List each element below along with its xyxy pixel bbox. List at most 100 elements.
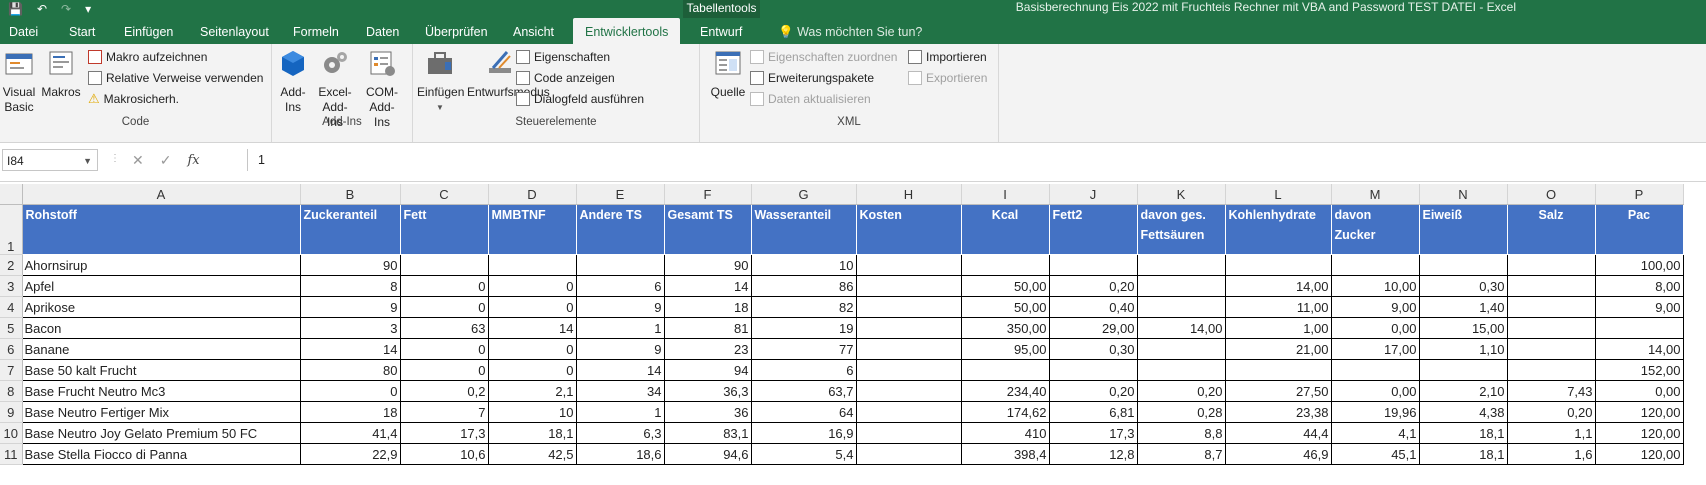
table-cell[interactable]: 12,8 [1048, 443, 1138, 465]
table-cell[interactable]: 7 [399, 401, 489, 423]
table-cell[interactable] [1506, 254, 1596, 276]
table-cell[interactable]: 17,3 [399, 422, 489, 444]
table-cell[interactable] [1136, 338, 1226, 360]
customize-icon[interactable]: ▾ [85, 2, 91, 16]
table-cell[interactable]: 36 [663, 401, 752, 423]
header-cell[interactable]: davon ges. Fettsäuren [1136, 204, 1226, 255]
table-cell[interactable]: 2,10 [1418, 380, 1508, 402]
code-anzeigen-button[interactable]: Code anzeigen [516, 68, 615, 88]
table-cell[interactable] [855, 401, 962, 423]
row-header[interactable]: 5 [0, 317, 23, 339]
table-cell[interactable]: 77 [750, 338, 857, 360]
table-cell[interactable]: 50,00 [960, 275, 1050, 297]
table-cell[interactable]: 10,00 [1330, 275, 1420, 297]
table-cell[interactable]: 6,3 [575, 422, 665, 444]
column-header[interactable]: A [22, 184, 301, 205]
column-header[interactable]: M [1331, 184, 1420, 205]
table-cell[interactable]: 7,43 [1506, 380, 1596, 402]
table-cell[interactable]: Base 50 kalt Frucht [21, 359, 301, 381]
visual-basic-button[interactable]: Visual Basic [2, 48, 36, 115]
table-cell[interactable]: 4,38 [1418, 401, 1508, 423]
table-cell[interactable]: 14 [575, 359, 665, 381]
table-cell[interactable]: 398,4 [960, 443, 1050, 465]
table-cell[interactable]: 10 [487, 401, 577, 423]
table-cell[interactable]: 0,40 [1048, 296, 1138, 318]
tab-formeln[interactable]: Formeln [293, 18, 339, 44]
table-cell[interactable]: 9 [575, 296, 665, 318]
table-cell[interactable]: 0 [399, 275, 489, 297]
table-cell[interactable]: 350,00 [960, 317, 1050, 339]
table-cell[interactable]: 9 [299, 296, 401, 318]
table-cell[interactable]: 8 [299, 275, 401, 297]
header-cell[interactable]: davon Zucker [1330, 204, 1420, 255]
table-cell[interactable] [855, 296, 962, 318]
table-cell[interactable] [487, 254, 577, 276]
table-cell[interactable] [855, 359, 962, 381]
table-cell[interactable]: 234,40 [960, 380, 1050, 402]
table-cell[interactable]: Base Frucht Neutro Mc3 [21, 380, 301, 402]
table-cell[interactable]: 410 [960, 422, 1050, 444]
table-cell[interactable] [855, 422, 962, 444]
table-cell[interactable]: 6 [750, 359, 857, 381]
table-cell[interactable]: 0,20 [1506, 401, 1596, 423]
table-cell[interactable]: 1,10 [1418, 338, 1508, 360]
cancel-icon[interactable]: ✕ [132, 152, 144, 169]
table-cell[interactable]: 0 [487, 359, 577, 381]
row-header[interactable]: 6 [0, 338, 23, 360]
table-cell[interactable] [1506, 296, 1596, 318]
table-cell[interactable]: 0,2 [399, 380, 489, 402]
column-header[interactable]: C [400, 184, 489, 205]
table-cell[interactable] [1594, 317, 1684, 339]
column-header[interactable]: F [664, 184, 752, 205]
table-cell[interactable]: 1 [575, 317, 665, 339]
table-cell[interactable]: 9,00 [1594, 296, 1684, 318]
table-cell[interactable] [855, 254, 962, 276]
table-cell[interactable] [1048, 254, 1138, 276]
exportieren-button[interactable]: Exportieren [908, 68, 987, 88]
table-cell[interactable] [960, 359, 1050, 381]
table-cell[interactable]: 0,20 [1136, 380, 1226, 402]
table-cell[interactable]: Ahornsirup [21, 254, 301, 276]
table-cell[interactable]: 14 [487, 317, 577, 339]
header-cell[interactable]: Wasseranteil [750, 204, 857, 255]
table-cell[interactable]: Aprikose [21, 296, 301, 318]
table-cell[interactable]: 14 [299, 338, 401, 360]
table-cell[interactable]: 1,1 [1506, 422, 1596, 444]
header-cell[interactable]: Rohstoff [21, 204, 301, 255]
table-cell[interactable]: 120,00 [1594, 422, 1684, 444]
table-cell[interactable]: 0,28 [1136, 401, 1226, 423]
row-header[interactable]: 4 [0, 296, 23, 318]
column-header[interactable]: G [751, 184, 857, 205]
table-cell[interactable]: 21,00 [1224, 338, 1332, 360]
header-cell[interactable]: MMBTNF [487, 204, 577, 255]
table-cell[interactable]: 3 [299, 317, 401, 339]
table-cell[interactable]: 16,9 [750, 422, 857, 444]
formula-input[interactable]: 1 [247, 149, 1706, 171]
table-cell[interactable] [1506, 359, 1596, 381]
table-cell[interactable]: 1 [575, 401, 665, 423]
table-cell[interactable]: 9,00 [1330, 296, 1420, 318]
table-cell[interactable]: 23,38 [1224, 401, 1332, 423]
column-header[interactable]: N [1419, 184, 1508, 205]
table-cell[interactable] [1136, 359, 1226, 381]
table-cell[interactable] [1506, 317, 1596, 339]
table-cell[interactable]: 8,8 [1136, 422, 1226, 444]
tab-ansicht[interactable]: Ansicht [513, 18, 554, 44]
column-header[interactable]: H [856, 184, 962, 205]
chevron-down-icon[interactable]: ▼ [83, 150, 92, 172]
table-cell[interactable]: 11,00 [1224, 296, 1332, 318]
table-cell[interactable]: 10 [750, 254, 857, 276]
table-cell[interactable] [855, 317, 962, 339]
row-header[interactable]: 8 [0, 380, 23, 402]
header-cell[interactable]: Salz [1506, 204, 1596, 255]
table-cell[interactable]: 19 [750, 317, 857, 339]
table-cell[interactable] [1136, 275, 1226, 297]
table-cell[interactable]: 1,40 [1418, 296, 1508, 318]
row-header[interactable]: 9 [0, 401, 23, 423]
erweiterungspakete-button[interactable]: Erweiterungspakete [750, 68, 874, 88]
table-cell[interactable]: 0,00 [1330, 317, 1420, 339]
header-cell[interactable]: Fett2 [1048, 204, 1138, 255]
tab-start[interactable]: Start [69, 18, 95, 44]
table-cell[interactable]: 120,00 [1594, 401, 1684, 423]
table-cell[interactable]: Bacon [21, 317, 301, 339]
